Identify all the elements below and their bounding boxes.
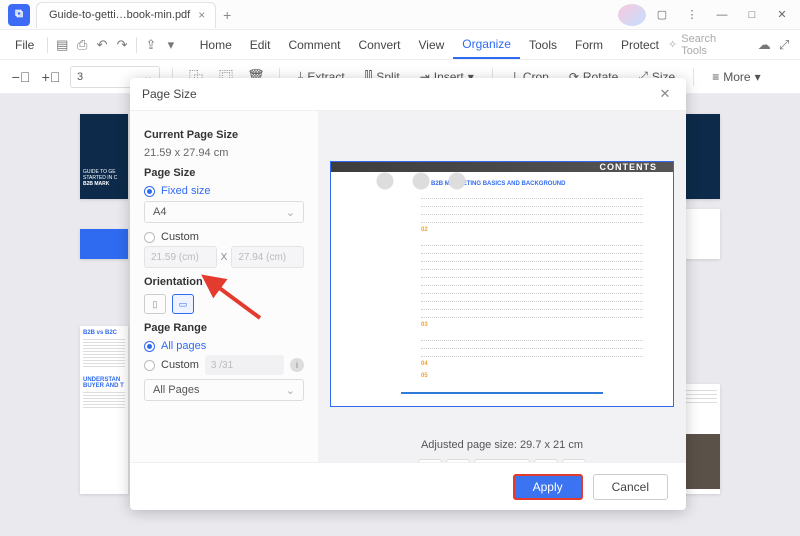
share-dropdown-icon[interactable]: ▾ [161,37,181,53]
expand-icon[interactable]: ⤢ [774,37,794,53]
new-tab-button[interactable]: + [216,7,238,23]
comment-pane-icon[interactable]: ▢ [648,4,676,26]
page-thumbnail[interactable] [680,209,720,259]
pager-next[interactable]: › [534,459,558,462]
more-button[interactable]: ≡More▾ [706,70,766,84]
chevron-down-icon: ▾ [755,70,761,84]
pager-last[interactable]: » [562,459,586,462]
custom-width-input: 21.59 (cm) [144,246,217,268]
fixed-size-select[interactable]: A4⌄ [144,201,304,223]
page-thumbnail[interactable] [80,229,128,259]
minimize-icon[interactable]: — [708,4,736,26]
document-tab[interactable]: Guide-to-getti…book-min.pdf × [36,2,216,28]
page-size-dialog: Page Size ✕ Current Page Size 21.59 x 27… [130,78,686,510]
custom-height-input: 27.94 (cm) [231,246,304,268]
orientation-landscape[interactable]: ▭ [172,294,194,314]
range-select[interactable]: All Pages⌄ [144,379,304,401]
menu-protect[interactable]: Protect [612,30,668,59]
page-thumbnail[interactable]: B2B vs B2C UNDERSTANBUYER AND T [80,326,128,494]
pager-first[interactable]: « [418,459,442,462]
fixed-size-radio[interactable]: Fixed size [144,185,304,197]
save-icon[interactable]: ▤ [52,37,72,53]
preview-footer [401,392,603,394]
more-icon: ≡ [712,70,719,84]
menu-tools[interactable]: Tools [520,30,566,59]
zoom-out-icon[interactable]: −⃝ [10,66,32,88]
zoom-in-icon[interactable]: +⃝ [40,66,62,88]
kebab-menu-icon[interactable]: ⋮ [678,4,706,26]
menu-home[interactable]: Home [191,30,241,59]
dialog-title: Page Size [142,87,197,101]
pager-prev[interactable]: ‹ [446,459,470,462]
dialog-preview-panel: CONTENTS 01 B2B MARKETING BASICS AND BAC… [318,111,686,462]
menu-comment[interactable]: Comment [279,30,349,59]
page-thumbnail[interactable] [680,114,720,199]
chevron-down-icon: ⌄ [286,206,295,219]
current-size-value: 21.59 x 27.94 cm [144,147,304,159]
search-tools[interactable]: ✧ Search Tools [668,33,744,57]
preview-banner: CONTENTS [331,162,673,172]
chevron-down-icon: ⌄ [286,384,295,397]
page-size-label: Page Size [144,167,304,179]
page-range-label: Page Range [144,322,304,334]
page-thumbnail[interactable]: GUIDE TO GE STARTED IN C B2B MARK [80,114,128,199]
orientation-portrait[interactable]: ▯ [144,294,166,314]
share-icon[interactable]: ⇪ [141,37,161,53]
menu-view[interactable]: View [409,30,453,59]
print-icon[interactable]: ⎙ [72,37,92,53]
pager-page-input[interactable]: 3 /31 [474,459,530,462]
preview-toc: 01 B2B MARKETING BASICS AND BACKGROUND 0… [331,172,673,392]
tab-title: Guide-to-getti…book-min.pdf [49,9,190,21]
close-tab-icon[interactable]: × [198,8,205,22]
all-pages-radio[interactable]: All pages [144,340,304,352]
orientation-label: Orientation [144,276,304,288]
menu-form[interactable]: Form [566,30,612,59]
current-size-label: Current Page Size [144,129,304,141]
x-separator: X [221,252,228,263]
close-dialog-icon[interactable]: ✕ [656,86,674,102]
page-thumbnail[interactable] [680,384,720,494]
cloud-icon[interactable]: ☁ [754,37,774,53]
adjusted-size-label: Adjusted page size: 29.7 x 21 cm [318,439,686,451]
apply-button[interactable]: Apply [513,474,583,500]
undo-icon[interactable]: ↶ [92,37,112,53]
custom-range-input: 3 /31 [205,355,284,375]
preview-pager: « ‹ 3 /31 › » [318,459,686,462]
maximize-icon[interactable]: □ [738,4,766,26]
redo-icon[interactable]: ↷ [112,37,132,53]
menu-file[interactable]: File [6,30,43,59]
wand-icon: ✧ [668,38,677,51]
custom-range-radio[interactable]: Custom [144,359,199,371]
account-icon[interactable] [618,4,646,26]
cancel-button[interactable]: Cancel [593,474,668,500]
menu-convert[interactable]: Convert [349,30,409,59]
menu-organize[interactable]: Organize [453,30,520,59]
close-window-icon[interactable]: ✕ [768,4,796,26]
search-placeholder: Search Tools [681,33,744,57]
info-icon[interactable]: i [290,358,304,372]
menu-bar: File ▤ ⎙ ↶ ↷ ⇪ ▾ Home Edit Comment Conve… [0,30,800,60]
app-icon: ⧉ [8,4,30,26]
title-bar: ⧉ Guide-to-getti…book-min.pdf × + ▢ ⋮ — … [0,0,800,30]
page-preview: CONTENTS 01 B2B MARKETING BASICS AND BAC… [330,161,674,407]
custom-size-radio[interactable]: Custom [144,231,304,243]
dialog-settings-panel: Current Page Size 21.59 x 27.94 cm Page … [130,111,318,462]
menu-edit[interactable]: Edit [241,30,280,59]
